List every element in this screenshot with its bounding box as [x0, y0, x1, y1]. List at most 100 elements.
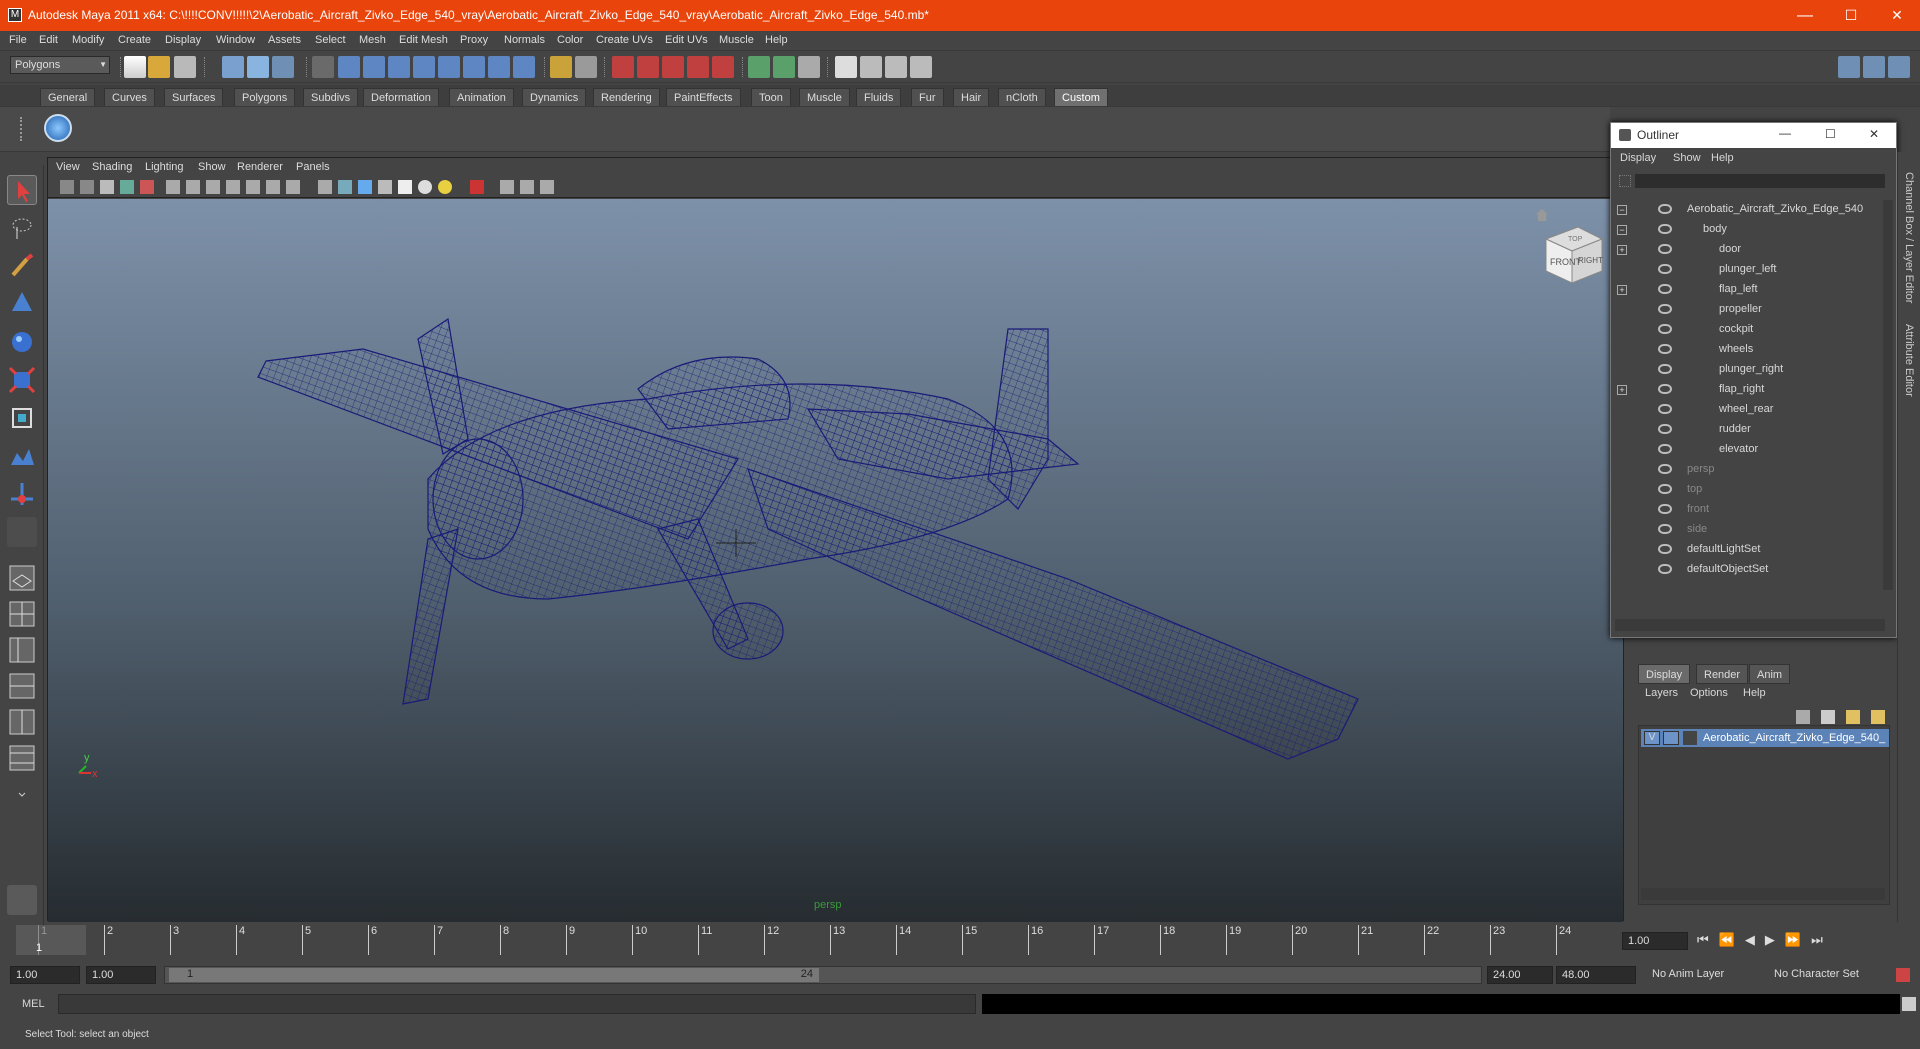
toolbox-expand-icon[interactable]	[7, 779, 37, 809]
script-editor-icon[interactable]	[1902, 997, 1916, 1011]
go-to-start-icon[interactable]: ⏮	[1697, 932, 1719, 947]
menu-edit-mesh[interactable]: Edit Mesh	[399, 34, 448, 46]
lights-icon[interactable]	[438, 180, 452, 194]
range-slider-handle[interactable]: 1 24	[169, 968, 819, 982]
outliner-item[interactable]: + door	[1611, 240, 1881, 260]
viewport-menu-lighting[interactable]: Lighting	[145, 161, 184, 173]
use-all-lights-icon[interactable]	[398, 180, 412, 194]
outliner-item[interactable]: side	[1611, 520, 1881, 540]
persp-outliner-layout-icon[interactable]	[7, 635, 37, 665]
menu-muscle[interactable]: Muscle	[719, 34, 754, 46]
scale-tool-icon[interactable]	[7, 365, 37, 395]
shelf-tab-muscle[interactable]: Muscle	[799, 88, 850, 106]
show-manipulator-icon[interactable]	[7, 479, 37, 509]
play-forwards-icon[interactable]: ▶	[1765, 932, 1785, 947]
auto-key-icon[interactable]	[1896, 968, 1910, 982]
menu-assets[interactable]: Assets	[268, 34, 301, 46]
hypershade-layout-icon[interactable]	[7, 707, 37, 737]
smooth-shade-icon[interactable]	[338, 180, 352, 194]
move-tool-icon[interactable]	[7, 289, 37, 319]
two-d-pan-icon[interactable]	[140, 180, 154, 194]
isolate-select-icon[interactable]	[470, 180, 484, 194]
last-tool-used-icon[interactable]	[7, 517, 37, 547]
tool-settings-toggle-icon[interactable]	[1863, 56, 1885, 78]
menu-select[interactable]: Select	[315, 34, 346, 46]
snap-grid-icon[interactable]	[612, 56, 634, 78]
outliner-item[interactable]: + flap_right	[1611, 380, 1881, 400]
select-camera-icon[interactable]	[60, 180, 74, 194]
outliner-item[interactable]: wheel_rear	[1611, 400, 1881, 420]
ipr-render-icon[interactable]	[885, 56, 907, 78]
four-view-layout-icon[interactable]	[7, 599, 37, 629]
lock-quad-icon[interactable]	[7, 885, 37, 915]
textured-icon[interactable]	[378, 180, 392, 194]
outliner-item[interactable]: rudder	[1611, 420, 1881, 440]
outliner-filter-field[interactable]	[1635, 174, 1885, 188]
attribute-editor-tab[interactable]: Attribute Editor	[1903, 324, 1915, 397]
shelf-tab-rendering[interactable]: Rendering	[593, 88, 660, 106]
shelf-tab-painteffects[interactable]: PaintEffects	[666, 88, 741, 106]
xray-icon[interactable]	[500, 180, 514, 194]
perspective-viewport[interactable]: View Shading Lighting Show Renderer Pane…	[47, 157, 1624, 922]
bookmark-icon[interactable]	[100, 180, 114, 194]
gate-mask-icon[interactable]	[226, 180, 240, 194]
layer-color-swatch[interactable]	[1683, 731, 1697, 745]
menu-edit[interactable]: Edit	[39, 34, 58, 46]
paint-select-tool-icon[interactable]	[7, 251, 37, 281]
collapse-icon[interactable]: −	[1617, 225, 1627, 235]
shelf-tab-general[interactable]: General	[40, 88, 96, 106]
layer-visibility-toggle[interactable]: V	[1644, 731, 1660, 745]
shelf-tab-polygons[interactable]: Polygons	[234, 88, 296, 106]
maximize-button[interactable]: ☐	[1828, 0, 1874, 31]
outliner-maximize-button[interactable]: ☐	[1825, 127, 1836, 141]
menu-display[interactable]: Display	[165, 34, 201, 46]
close-button[interactable]: ✕	[1874, 0, 1920, 31]
anim-layer-selector[interactable]: No Anim Layer	[1648, 966, 1763, 984]
misc-mask-icon[interactable]	[513, 56, 535, 78]
dynamic-mask-icon[interactable]	[463, 56, 485, 78]
menu-help[interactable]: Help	[765, 34, 788, 46]
single-perspective-layout-icon[interactable]	[7, 563, 37, 593]
outliner-item[interactable]: plunger_right	[1611, 360, 1881, 380]
shelf-tab-deformation[interactable]: Deformation	[363, 88, 439, 106]
make-live-icon[interactable]	[712, 56, 734, 78]
xray-joints-icon[interactable]	[520, 180, 534, 194]
deformer-mask-icon[interactable]	[438, 56, 460, 78]
construction-history-icon[interactable]	[798, 56, 820, 78]
outliner-item[interactable]: plunger_left	[1611, 260, 1881, 280]
outliner-item[interactable]: cockpit	[1611, 320, 1881, 340]
render-current-frame-icon[interactable]	[860, 56, 882, 78]
grid-icon[interactable]	[166, 180, 180, 194]
expand-icon[interactable]: +	[1617, 245, 1627, 255]
layer-row[interactable]: V Aerobatic_Aircraft_Zivko_Edge_540_	[1641, 729, 1889, 747]
outliner-item[interactable]: persp	[1611, 460, 1881, 480]
safe-title-icon[interactable]	[286, 180, 300, 194]
universal-manipulator-icon[interactable]	[7, 403, 37, 433]
shelf-tab-dynamics[interactable]: Dynamics	[522, 88, 587, 106]
outliner-item[interactable]: front	[1611, 500, 1881, 520]
shelf-menu-handle[interactable]	[20, 117, 28, 141]
shelf-tab-curves[interactable]: Curves	[104, 88, 155, 106]
outliner-vertical-scrollbar[interactable]	[1883, 200, 1893, 590]
outliner-item[interactable]: defaultObjectSet	[1611, 560, 1881, 580]
menu-edit-uvs[interactable]: Edit UVs	[665, 34, 708, 46]
save-scene-icon[interactable]	[174, 56, 196, 78]
channel-box-toggle-icon[interactable]	[1888, 56, 1910, 78]
outliner-menu-display[interactable]: Display	[1620, 152, 1656, 164]
layer-menu-options[interactable]: Options	[1690, 687, 1728, 699]
shelf-tab-toon[interactable]: Toon	[751, 88, 791, 106]
outliner-menu-help[interactable]: Help	[1711, 152, 1734, 164]
step-back-icon[interactable]: ⏪	[1719, 932, 1745, 947]
outliner-item[interactable]: − body	[1611, 220, 1881, 240]
new-scene-icon[interactable]	[124, 56, 146, 78]
outliner-item[interactable]: top	[1611, 480, 1881, 500]
surface-mask-icon[interactable]	[413, 56, 435, 78]
view-cube[interactable]: FRONT RIGHT TOP	[1538, 219, 1608, 289]
new-layer-icon[interactable]	[1796, 710, 1810, 724]
outliner-item[interactable]: propeller	[1611, 300, 1881, 320]
snap-point-icon[interactable]	[662, 56, 684, 78]
range-slider[interactable]: 1 24	[164, 966, 1482, 984]
shadows-icon[interactable]	[418, 180, 432, 194]
lasso-tool-icon[interactable]	[7, 213, 37, 243]
menu-color[interactable]: Color	[557, 34, 583, 46]
